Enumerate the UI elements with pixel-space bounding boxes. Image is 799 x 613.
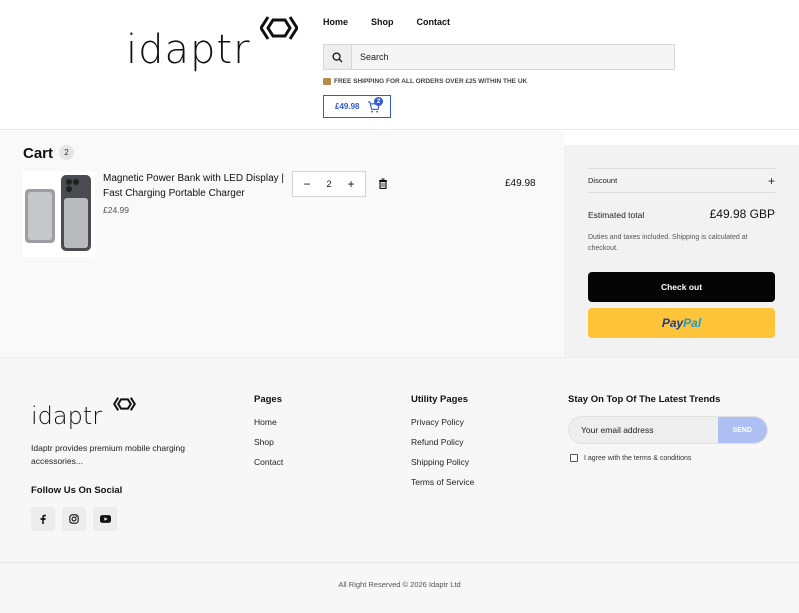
main-nav: Home Shop Contact (323, 17, 450, 27)
footer-link-shipping[interactable]: Shipping Policy (411, 458, 474, 467)
plus-icon[interactable]: + (345, 178, 357, 190)
site-logo[interactable]: idaptr (126, 14, 302, 74)
estimated-total-label: Estimated total (588, 210, 645, 220)
paypal-logo-pay: Pay (661, 316, 684, 330)
instagram-icon[interactable] (62, 507, 86, 531)
search-input[interactable] (352, 45, 652, 69)
header-cart-total: £49.98 (335, 102, 360, 111)
footer-link-shop[interactable]: Shop (254, 438, 283, 447)
shipping-notice: FREE SHIPPING FOR ALL ORDERS OVER £25 WI… (323, 78, 527, 85)
footer-divider (0, 562, 799, 563)
send-button[interactable]: SEND (717, 417, 767, 443)
plus-icon: + (767, 173, 775, 188)
product-image[interactable] (23, 171, 95, 257)
terms-checkbox[interactable] (570, 454, 578, 462)
copyright-text: All Right Reserved © 2026 Idaptr Ltd (338, 580, 461, 589)
newsletter-form: SEND (568, 416, 768, 444)
pages-title: Pages (254, 394, 282, 405)
cart-title: Cart (23, 145, 54, 162)
footer-description: Idaptr provides premium mobile charging … (31, 443, 186, 466)
nav-home[interactable]: Home (323, 17, 348, 27)
trash-icon[interactable] (378, 178, 388, 189)
terms-agreement: I agree with the terms & conditions (570, 454, 691, 462)
email-field[interactable] (569, 417, 718, 443)
terms-label: I agree with the terms & conditions (584, 454, 692, 462)
logo-wordmark: idaptr (126, 27, 251, 73)
cart-section: Cart 2 Magnetic Power Bank with LED Disp… (0, 131, 564, 357)
order-summary: Discount + Estimated total £49.98 GBP Du… (564, 145, 799, 357)
checkout-button[interactable]: Check out (588, 272, 775, 302)
utility-links: Privacy Policy Refund Policy Shipping Po… (411, 418, 474, 487)
utility-title: Utility Pages (411, 394, 469, 405)
estimated-total-value: £49.98 GBP (709, 207, 775, 221)
site-header: idaptr Home Shop Contact FREE SHIPPING F… (0, 0, 799, 130)
search-icon[interactable] (324, 45, 352, 69)
search-bar (323, 44, 675, 70)
duties-note: Duties and taxes included. Shipping is c… (588, 234, 748, 252)
nav-contact[interactable]: Contact (417, 17, 451, 27)
youtube-icon[interactable] (93, 507, 117, 531)
footer-link-refund[interactable]: Refund Policy (411, 438, 474, 447)
product-unit-price: £24.99 (103, 205, 129, 215)
shipping-box-icon (323, 78, 331, 85)
logo-mark-icon (260, 16, 298, 40)
minus-icon[interactable]: − (301, 178, 313, 190)
shipping-notice-text: FREE SHIPPING FOR ALL ORDERS OVER £25 WI… (334, 78, 528, 85)
pages-links: Home Shop Contact (254, 418, 283, 467)
line-total: £49.98 (505, 178, 536, 189)
cart-count-badge: 2 (374, 97, 383, 106)
logo-mark-icon (113, 397, 136, 411)
follow-title: Follow Us On Social (31, 485, 123, 496)
header-cart-button[interactable]: £49.98 2 (323, 95, 391, 118)
discount-toggle[interactable]: Discount + (588, 168, 775, 193)
footer-link-contact[interactable]: Contact (254, 458, 283, 467)
paypal-button[interactable]: Pay Pal (588, 308, 775, 338)
facebook-icon[interactable] (31, 507, 55, 531)
estimated-total-row: Estimated total £49.98 GBP (588, 207, 775, 221)
footer-link-home[interactable]: Home (254, 418, 283, 427)
cart-item-count: 2 (59, 145, 74, 160)
paypal-logo-pal: Pal (683, 316, 702, 330)
quantity-stepper: − 2 + (292, 171, 366, 197)
discount-label: Discount (588, 176, 618, 185)
checkout-label: Check out (660, 282, 703, 292)
footer-link-privacy[interactable]: Privacy Policy (411, 418, 474, 427)
product-name[interactable]: Magnetic Power Bank with LED Display | F… (103, 171, 293, 201)
footer-link-terms[interactable]: Terms of Service (411, 478, 474, 487)
site-footer: idaptr Idaptr provides premium mobile ch… (0, 357, 799, 613)
quantity-value[interactable]: 2 (326, 179, 331, 189)
social-links (31, 507, 117, 531)
newsletter-title: Stay On Top Of The Latest Trends (568, 394, 721, 405)
nav-shop[interactable]: Shop (371, 17, 394, 27)
footer-logo-wordmark: idaptr (31, 402, 103, 430)
